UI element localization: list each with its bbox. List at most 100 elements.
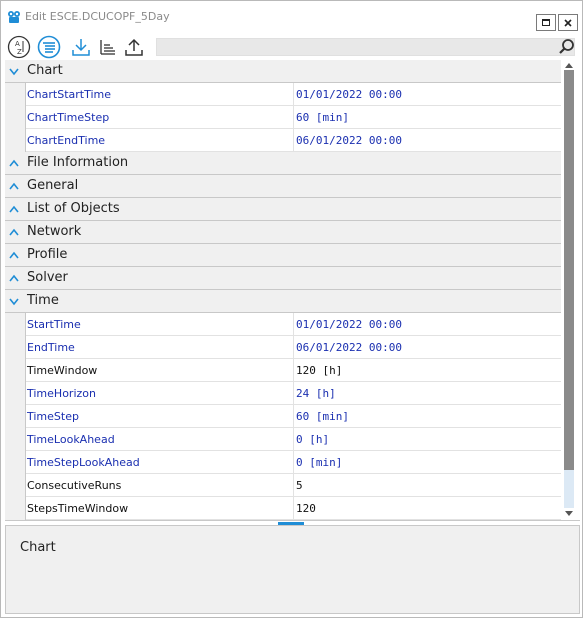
category-row[interactable]: List of Objects	[5, 198, 563, 221]
vertical-scrollbar[interactable]	[561, 60, 577, 520]
property-value[interactable]: 5	[296, 479, 303, 492]
tree-list-button[interactable]	[94, 34, 119, 59]
svg-text:A: A	[15, 40, 20, 48]
property-value[interactable]: 60 [min]	[296, 410, 349, 423]
property-value[interactable]: 06/01/2022 00:00	[296, 134, 402, 147]
property-name: TimeStepLookAhead	[27, 456, 140, 469]
gutter-divider	[25, 129, 26, 152]
property-row[interactable]: TimeHorizon 24 [h]	[5, 382, 563, 405]
chevron-up-icon[interactable]	[8, 226, 20, 238]
property-value[interactable]: 06/01/2022 00:00	[296, 341, 402, 354]
gutter-divider	[25, 106, 26, 129]
chevron-down-icon[interactable]	[8, 295, 20, 307]
gutter-divider	[25, 382, 26, 405]
chevron-down-icon[interactable]	[8, 65, 20, 77]
category-row[interactable]: General	[5, 175, 563, 198]
property-name: EndTime	[27, 341, 75, 354]
gutter-divider	[25, 405, 26, 428]
row-gutter	[5, 497, 25, 520]
row-gutter	[5, 359, 25, 382]
row-gutter	[5, 382, 25, 405]
property-grid: Chart ChartStartTime 01/01/2022 00:00 Chart…	[5, 60, 578, 520]
description-panel: Chart	[5, 525, 580, 614]
categorized-view-button[interactable]	[36, 34, 61, 59]
property-value[interactable]: 0 [h]	[296, 433, 329, 446]
category-label: List of Objects	[27, 201, 120, 216]
scrollbar-thumb[interactable]	[564, 70, 574, 470]
chevron-up-icon[interactable]	[8, 249, 20, 261]
property-value[interactable]: 120	[296, 502, 316, 515]
svg-text:Z: Z	[17, 48, 22, 56]
property-name: ChartTimeStep	[27, 111, 110, 124]
category-row[interactable]: Chart	[5, 60, 563, 83]
search-input[interactable]	[156, 38, 575, 56]
property-row[interactable]: ChartEndTime 06/01/2022 00:00	[5, 129, 563, 152]
category-row[interactable]: Network	[5, 221, 563, 244]
property-name: ConsecutiveRuns	[27, 479, 122, 492]
gutter-divider	[25, 83, 26, 106]
property-value[interactable]: 01/01/2022 00:00	[296, 88, 402, 101]
gutter-divider	[25, 451, 26, 474]
row-gutter	[5, 428, 25, 451]
category-row[interactable]: File Information	[5, 152, 563, 175]
app-icon	[8, 11, 20, 23]
upload-button[interactable]	[121, 34, 146, 59]
sort-alphabetical-icon: A Z	[7, 35, 30, 58]
gutter-divider	[25, 497, 26, 520]
scroll-down-arrow-icon[interactable]	[565, 511, 573, 517]
property-row[interactable]: StartTime 01/01/2022 00:00	[5, 313, 563, 336]
property-row[interactable]: TimeStepLookAhead 0 [min]	[5, 451, 563, 474]
category-row[interactable]: Profile	[5, 244, 563, 267]
search-icon[interactable]	[558, 38, 576, 56]
upload-icon	[124, 38, 143, 56]
property-value[interactable]: 01/01/2022 00:00	[296, 318, 402, 331]
property-row[interactable]: EndTime 06/01/2022 00:00	[5, 336, 563, 359]
column-divider	[293, 313, 294, 336]
category-label: Network	[27, 224, 82, 239]
property-name: ChartStartTime	[27, 88, 112, 101]
row-gutter	[5, 313, 25, 336]
property-value[interactable]: 24 [h]	[296, 387, 336, 400]
close-button[interactable]	[558, 14, 578, 31]
category-label: Time	[27, 293, 59, 308]
property-name: TimeWindow	[27, 364, 98, 377]
chevron-up-icon[interactable]	[8, 203, 20, 215]
category-row[interactable]: Time	[5, 290, 563, 313]
property-value[interactable]: 0 [min]	[296, 456, 342, 469]
property-row[interactable]: StepsTimeWindow 120	[5, 497, 563, 520]
property-value[interactable]: 120 [h]	[296, 364, 342, 377]
download-button[interactable]	[68, 34, 93, 59]
gutter-divider	[25, 336, 26, 359]
property-name: TimeHorizon	[27, 387, 96, 400]
scrollbar-track[interactable]	[564, 470, 574, 508]
category-row[interactable]: Solver	[5, 267, 563, 290]
column-divider	[293, 405, 294, 428]
category-label: Profile	[27, 247, 68, 262]
toolbar: A Z	[1, 33, 582, 60]
gutter-divider	[25, 359, 26, 382]
download-icon	[71, 38, 90, 56]
chevron-up-icon[interactable]	[8, 157, 20, 169]
column-divider	[293, 451, 294, 474]
sort-alphabetical-button[interactable]: A Z	[6, 34, 31, 59]
property-row[interactable]: ConsecutiveRuns 5	[5, 474, 563, 497]
property-name: ChartEndTime	[27, 134, 106, 147]
property-row[interactable]: TimeStep 60 [min]	[5, 405, 563, 428]
column-divider	[293, 83, 294, 106]
chevron-up-icon[interactable]	[8, 180, 20, 192]
property-row[interactable]: ChartStartTime 01/01/2022 00:00	[5, 83, 563, 106]
property-row[interactable]: TimeWindow 120 [h]	[5, 359, 563, 382]
column-divider	[293, 428, 294, 451]
column-divider	[293, 129, 294, 152]
category-label: File Information	[27, 155, 129, 170]
maximize-button[interactable]	[536, 14, 556, 31]
property-name: StepsTimeWindow	[27, 502, 129, 515]
title-bar: Edit ESCE.DCUCOPF_5Day	[1, 1, 582, 33]
property-row[interactable]: ChartTimeStep 60 [min]	[5, 106, 563, 129]
scroll-up-arrow-icon[interactable]	[565, 62, 573, 68]
gutter-divider	[25, 428, 26, 451]
column-divider	[293, 106, 294, 129]
property-value[interactable]: 60 [min]	[296, 111, 349, 124]
chevron-up-icon[interactable]	[8, 272, 20, 284]
property-row[interactable]: TimeLookAhead 0 [h]	[5, 428, 563, 451]
